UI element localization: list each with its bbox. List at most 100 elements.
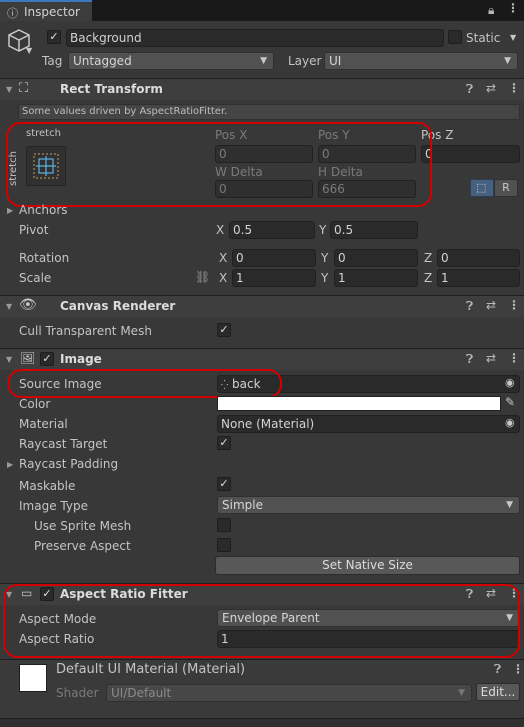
image-type-dropdown[interactable]: Simple ▼ [217,496,520,514]
rotation-x-axis: X [219,251,228,265]
lock-icon[interactable]: 🔒︎ [488,3,494,18]
pivot-label: Pivot [19,223,49,237]
pos-z-field[interactable]: 0 [421,145,520,163]
pivot-x-axis: X [216,223,225,237]
driven-info-text: Some values driven by AspectRatioFitter. [22,106,228,117]
color-swatch[interactable] [217,396,501,411]
presets-icon[interactable]: ⇄ [486,351,496,365]
help-icon[interactable]: ❓︎ [466,82,473,97]
image-title: Image [60,352,102,366]
maskable-checkbox[interactable]: ✓ [217,477,231,491]
cull-transparent-mesh-checkbox[interactable]: ✓ [217,323,231,337]
highlight-aspect-ratio-fitter [3,584,520,658]
preserve-aspect-checkbox[interactable] [217,538,231,552]
layer-dropdown[interactable]: UI ▼ [324,52,518,70]
tab-inspector[interactable]: ⓘ Inspector [0,0,92,21]
kebab-menu-icon[interactable]: ⋮ [507,1,519,15]
material-menu-icon[interactable]: ⋮ [512,662,524,676]
help-icon[interactable]: ❓︎ [494,662,501,677]
scale-x-axis: X [219,271,228,285]
static-checkbox[interactable] [448,30,462,44]
component-menu-icon[interactable]: ⋮ [508,298,520,312]
pivot-y-axis: Y [319,223,327,237]
highlight-source-image [7,369,282,398]
material-field[interactable]: None (Material) [217,415,520,433]
color-label: Color [19,397,51,411]
layer-value: UI [329,54,342,68]
anchors-foldout-arrow[interactable]: ▶ [7,206,13,215]
image-component-icon: 🖼︎ [20,351,36,365]
presets-icon[interactable]: ⇄ [486,81,496,95]
tab-inspector-label: Inspector [24,5,80,19]
foldout-arrow[interactable]: ▼ [6,302,12,311]
shader-value: UI/Default [111,686,172,700]
scale-y-field[interactable]: 1 [334,269,418,287]
rotation-y-axis: Y [321,251,329,265]
scale-z-axis: Z [424,271,433,285]
eyedropper-icon[interactable]: ✎ [505,395,515,409]
rect-transform-header[interactable]: ▼ ⛶ Rect Transform ❓︎ ⇄ ⋮ [0,78,524,100]
constrain-proportions-icon[interactable]: ⛓ [195,270,210,284]
pivot-y-field[interactable]: 0.5 [330,221,418,239]
tag-label: Tag [42,54,63,68]
scale-z-field[interactable]: 1 [437,269,520,287]
preserve-aspect-label: Preserve Aspect [34,539,131,553]
help-icon[interactable]: ❓︎ [466,352,473,367]
material-preview-thumbnail [19,664,47,692]
rect-transform-title: Rect Transform [60,82,163,96]
raycast-padding-foldout-arrow[interactable]: ▶ [7,460,13,469]
rotation-x-field[interactable]: 0 [232,249,316,267]
info-icon: ⓘ [7,7,18,20]
layer-label: Layer [288,54,322,68]
rect-transform-icon: ⛶ [19,81,29,96]
object-picker-icon[interactable]: ◉ [505,376,515,389]
presets-icon[interactable]: ⇄ [486,298,496,312]
raycast-target-checkbox[interactable]: ✓ [217,436,231,450]
image-header[interactable]: ▼ 🖼︎ ✓ Image ❓︎ ⇄ ⋮ [0,348,524,370]
edit-shader-button[interactable]: Edit... [476,683,520,701]
shader-label: Shader [56,686,99,700]
shader-dropdown[interactable]: UI/Default ▼ [106,684,472,702]
tag-dropdown[interactable]: Untagged ▼ [68,52,274,70]
canvas-renderer-header[interactable]: ▼ 👁︎ Canvas Renderer ❓︎ ⇄ ⋮ [0,295,524,317]
use-sprite-mesh-label: Use Sprite Mesh [34,519,132,533]
active-checkbox[interactable]: ✓ [47,30,61,44]
scale-x-field[interactable]: 1 [232,269,316,287]
rotation-z-axis: Z [424,251,433,265]
set-native-size-button[interactable]: Set Native Size [215,556,520,575]
static-label: Static [466,31,501,45]
help-icon[interactable]: ❓︎ [466,299,473,314]
scale-label: Scale [19,271,52,285]
image-type-value: Simple [222,498,263,512]
raw-edit-button[interactable]: R [494,179,518,197]
blueprint-mode-button[interactable]: ⬚ [470,179,494,197]
static-dropdown-arrow[interactable]: ▼ [510,33,516,42]
anchors-label[interactable]: Anchors [19,203,68,217]
foldout-arrow[interactable]: ▼ [6,355,12,364]
scale-y-axis: Y [321,271,329,285]
cull-transparent-mesh-label: Cull Transparent Mesh [19,324,152,338]
rotation-y-field[interactable]: 0 [334,249,418,267]
driven-info-box: Some values driven by AspectRatioFitter. [18,104,520,120]
eye-icon: 👁︎ [19,297,37,313]
blueprint-icon: ⬚ [476,181,487,194]
object-name-field[interactable]: Background [66,29,444,47]
material-label: Material [19,417,68,431]
component-menu-icon[interactable]: ⋮ [508,351,520,365]
use-sprite-mesh-checkbox[interactable] [217,518,231,532]
foldout-arrow[interactable]: ▼ [6,85,12,94]
raycast-target-label: Raycast Target [19,437,108,451]
maskable-label: Maskable [19,479,76,493]
image-enabled-checkbox[interactable]: ✓ [40,352,54,366]
highlight-rect-fields [6,122,432,207]
tag-value: Untagged [73,54,132,68]
raycast-padding-label[interactable]: Raycast Padding [19,457,118,471]
component-menu-icon[interactable]: ⋮ [508,81,520,95]
pivot-x-field[interactable]: 0.5 [229,221,315,239]
canvas-renderer-title: Canvas Renderer [60,299,176,313]
tab-bar: ⓘ Inspector 🔒︎ ⋮ [0,0,524,21]
rotation-z-field[interactable]: 0 [437,249,520,267]
object-picker-icon[interactable]: ◉ [505,416,515,429]
material-title: Default UI Material (Material) [56,662,246,677]
icon-dropdown-arrow[interactable]: ▼ [26,46,32,55]
